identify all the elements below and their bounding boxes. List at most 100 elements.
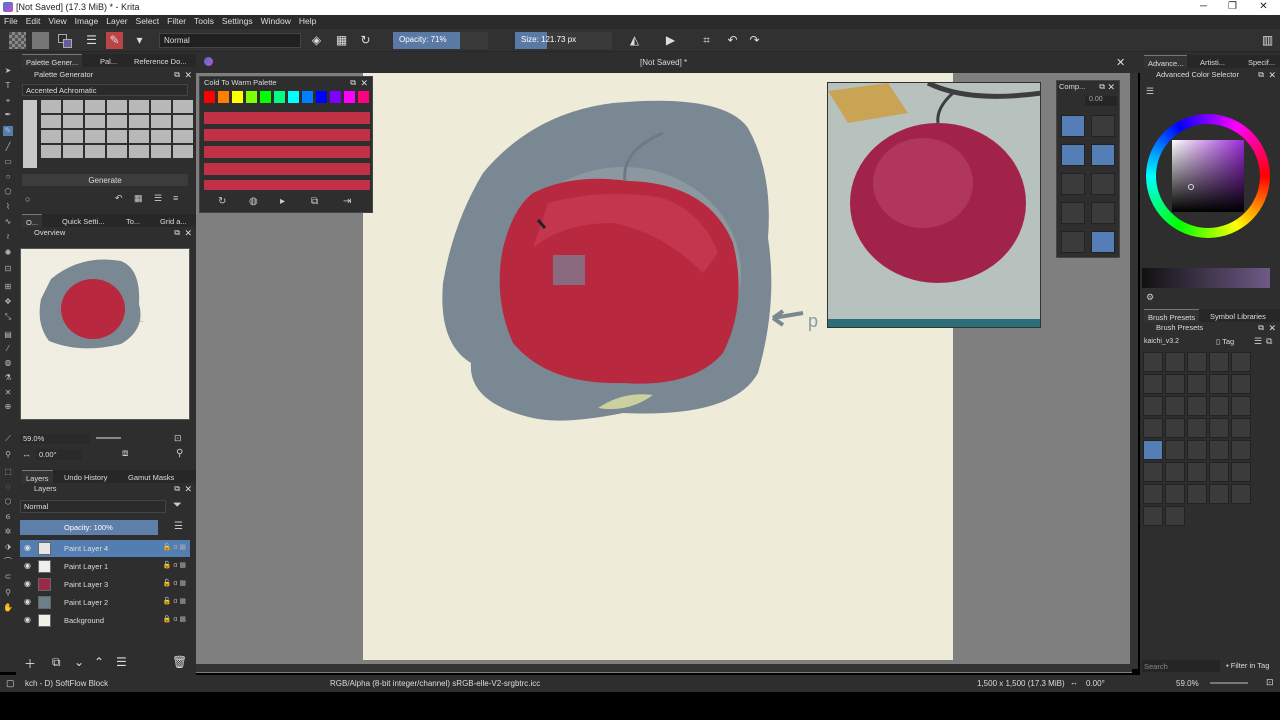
color-wheel-icon[interactable]: ◍ bbox=[249, 196, 258, 207]
ruler-tool-icon[interactable]: ⟋ bbox=[3, 434, 13, 444]
visibility-eye-icon[interactable]: ◉ bbox=[24, 543, 31, 552]
reload-preset-icon[interactable]: ↻ bbox=[357, 32, 374, 49]
measure-tool-icon[interactable]: ⊕ bbox=[3, 402, 13, 412]
menu-select[interactable]: Select bbox=[132, 15, 164, 27]
layer-row[interactable]: ◉ Paint Layer 3 🔓 α ▦ bbox=[20, 576, 190, 593]
delete-layer-icon[interactable]: 🗑 bbox=[172, 655, 187, 669]
document-tab-title[interactable]: [Not Saved] * bbox=[640, 58, 687, 67]
layer-menu-icon[interactable]: ☰ bbox=[174, 521, 183, 532]
fit-page-icon[interactable]: ⊡ bbox=[1266, 677, 1274, 688]
refresh-icon[interactable]: ↶ bbox=[115, 193, 123, 204]
tab-artistic-color[interactable]: Artisti... bbox=[1196, 55, 1229, 68]
tab-tool-options[interactable]: To... bbox=[122, 214, 144, 227]
brush-preset-item[interactable] bbox=[1143, 418, 1163, 438]
tab-symbol-libraries[interactable]: Symbol Libraries bbox=[1206, 309, 1270, 322]
overview-zoom[interactable]: 59.0% bbox=[20, 434, 90, 444]
brush-preset-item[interactable] bbox=[1143, 462, 1163, 482]
layer-row[interactable]: ◉ Paint Layer 4 🔓 α ▦ bbox=[20, 540, 190, 557]
pan-tool-icon[interactable]: ✋ bbox=[3, 603, 13, 613]
menu-tools[interactable]: Tools bbox=[190, 15, 218, 27]
float-icon[interactable]: ⧉ bbox=[350, 78, 356, 88]
rectangle-tool-icon[interactable]: ▭ bbox=[3, 157, 13, 167]
preset-menu-icon[interactable]: ▾ bbox=[131, 32, 148, 49]
brush-preset-item[interactable] bbox=[1231, 462, 1251, 482]
workspace-icon[interactable]: ▥ bbox=[1259, 32, 1276, 49]
zoom-level[interactable]: 59.0% bbox=[1176, 679, 1199, 688]
filter-in-tag-checkbox[interactable]: ▪ Filter in Tag bbox=[1226, 661, 1269, 670]
reference-image[interactable] bbox=[827, 82, 1041, 328]
brush-preset-item[interactable] bbox=[1231, 418, 1251, 438]
brush-preset-item[interactable] bbox=[1187, 352, 1207, 372]
move-down-icon[interactable]: ⌄ bbox=[74, 655, 84, 669]
menu-view[interactable]: View bbox=[44, 15, 70, 27]
bezier-select-icon[interactable]: ⌒ bbox=[3, 557, 13, 567]
move-up-icon[interactable]: ⌃ bbox=[94, 655, 104, 669]
float-icon[interactable]: ⧉ bbox=[174, 70, 180, 80]
comp-brush[interactable] bbox=[1091, 202, 1115, 224]
brush-preset-item[interactable] bbox=[1187, 396, 1207, 416]
play-icon[interactable]: ▸ bbox=[280, 196, 285, 207]
mirror-view-icon[interactable]: ⧈ bbox=[122, 448, 128, 459]
brush-preset-item[interactable] bbox=[1165, 352, 1185, 372]
brush-preset-item[interactable] bbox=[1165, 506, 1185, 526]
brush-preset-item[interactable] bbox=[1165, 440, 1185, 460]
brush-preset-item[interactable] bbox=[1165, 462, 1185, 482]
brush-preset-grid[interactable] bbox=[1143, 352, 1267, 526]
undo-icon[interactable]: ↶ bbox=[724, 32, 741, 49]
gradient-icon[interactable] bbox=[32, 32, 49, 49]
visibility-eye-icon[interactable]: ◉ bbox=[24, 579, 31, 588]
close-panel-icon[interactable]: ✕ bbox=[184, 70, 192, 81]
color-history-bar[interactable] bbox=[1142, 268, 1270, 288]
brush-preset-item[interactable] bbox=[1209, 396, 1229, 416]
layer-lock-icons[interactable]: 🔓 α ▦ bbox=[163, 579, 186, 587]
tab-reference[interactable]: Reference Do... bbox=[130, 54, 191, 67]
brush-search-input[interactable]: Search bbox=[1142, 660, 1220, 672]
rotation-icon[interactable]: ↔ bbox=[1070, 678, 1078, 687]
layers-icon[interactable]: ⧉ bbox=[311, 196, 318, 207]
menu-edit[interactable]: Edit bbox=[22, 15, 45, 27]
brush-preset-item[interactable] bbox=[1165, 418, 1185, 438]
menu-settings[interactable]: Settings bbox=[218, 15, 257, 27]
layer-properties-icon[interactable]: ☰ bbox=[116, 655, 127, 669]
import-icon[interactable]: ⧉ bbox=[1266, 336, 1272, 347]
hue-ring[interactable] bbox=[1146, 114, 1270, 238]
duplicate-layer-icon[interactable]: ⧉ bbox=[52, 655, 61, 670]
grid-icon[interactable]: ▦ bbox=[134, 193, 143, 204]
visibility-eye-icon[interactable]: ◉ bbox=[24, 561, 31, 570]
brush-settings-icon[interactable]: ☰ bbox=[83, 32, 100, 49]
polygon-select-icon[interactable]: ⬡ bbox=[3, 497, 13, 507]
comp-brush[interactable] bbox=[1061, 144, 1085, 166]
comp-brush[interactable] bbox=[1091, 173, 1115, 195]
vertical-scrollbar[interactable] bbox=[1130, 73, 1138, 669]
menu-image[interactable]: Image bbox=[71, 15, 103, 27]
view-menu-icon[interactable]: ☰ bbox=[1254, 336, 1262, 347]
hue-swatch-row[interactable] bbox=[204, 91, 372, 105]
comp-value[interactable]: 0.00 bbox=[1085, 96, 1117, 106]
overview-rotation[interactable]: 0.00° bbox=[36, 449, 82, 460]
redo-icon[interactable]: ↷ bbox=[746, 32, 763, 49]
generate-button[interactable]: Generate bbox=[22, 174, 188, 186]
gradient-tool-icon[interactable]: ▤ bbox=[3, 330, 13, 340]
float-icon[interactable]: ⧉ bbox=[1099, 82, 1105, 92]
edit-shapes-tool-icon[interactable]: ⌖ bbox=[3, 96, 13, 106]
brush-preset-item[interactable] bbox=[1231, 484, 1251, 504]
polyline-tool-icon[interactable]: ⌇ bbox=[3, 202, 13, 212]
tab-layers[interactable]: Layers bbox=[22, 470, 53, 483]
fill-tool-icon[interactable]: ⚗ bbox=[3, 373, 13, 383]
brush-preset-item[interactable] bbox=[1231, 396, 1251, 416]
assistant-tool-icon[interactable]: ✕ bbox=[3, 388, 13, 398]
pattern-icon[interactable] bbox=[9, 32, 26, 49]
freehand-brush-tool-icon[interactable]: ✎ bbox=[3, 126, 13, 136]
fg-bg-color-icon[interactable] bbox=[56, 32, 73, 49]
current-brush[interactable]: kch - D) SoftFlow Block bbox=[25, 679, 108, 688]
refresh-icon[interactable]: ↻ bbox=[218, 196, 226, 207]
tab-gamut-masks[interactable]: Gamut Masks bbox=[124, 470, 178, 483]
palette-swatch-grid[interactable] bbox=[204, 112, 370, 190]
layer-lock-icons[interactable]: 🔓 α ▦ bbox=[163, 543, 186, 551]
brush-preset-item[interactable] bbox=[1165, 374, 1185, 394]
brush-preset-item[interactable] bbox=[1143, 440, 1163, 460]
layer-row[interactable]: ◉ Paint Layer 1 🔓 α ▦ bbox=[20, 558, 190, 575]
zoom-slider[interactable] bbox=[1210, 682, 1248, 684]
settings-icon[interactable]: ☰ bbox=[1146, 86, 1154, 97]
layer-blend-select[interactable]: Normal bbox=[20, 500, 166, 513]
